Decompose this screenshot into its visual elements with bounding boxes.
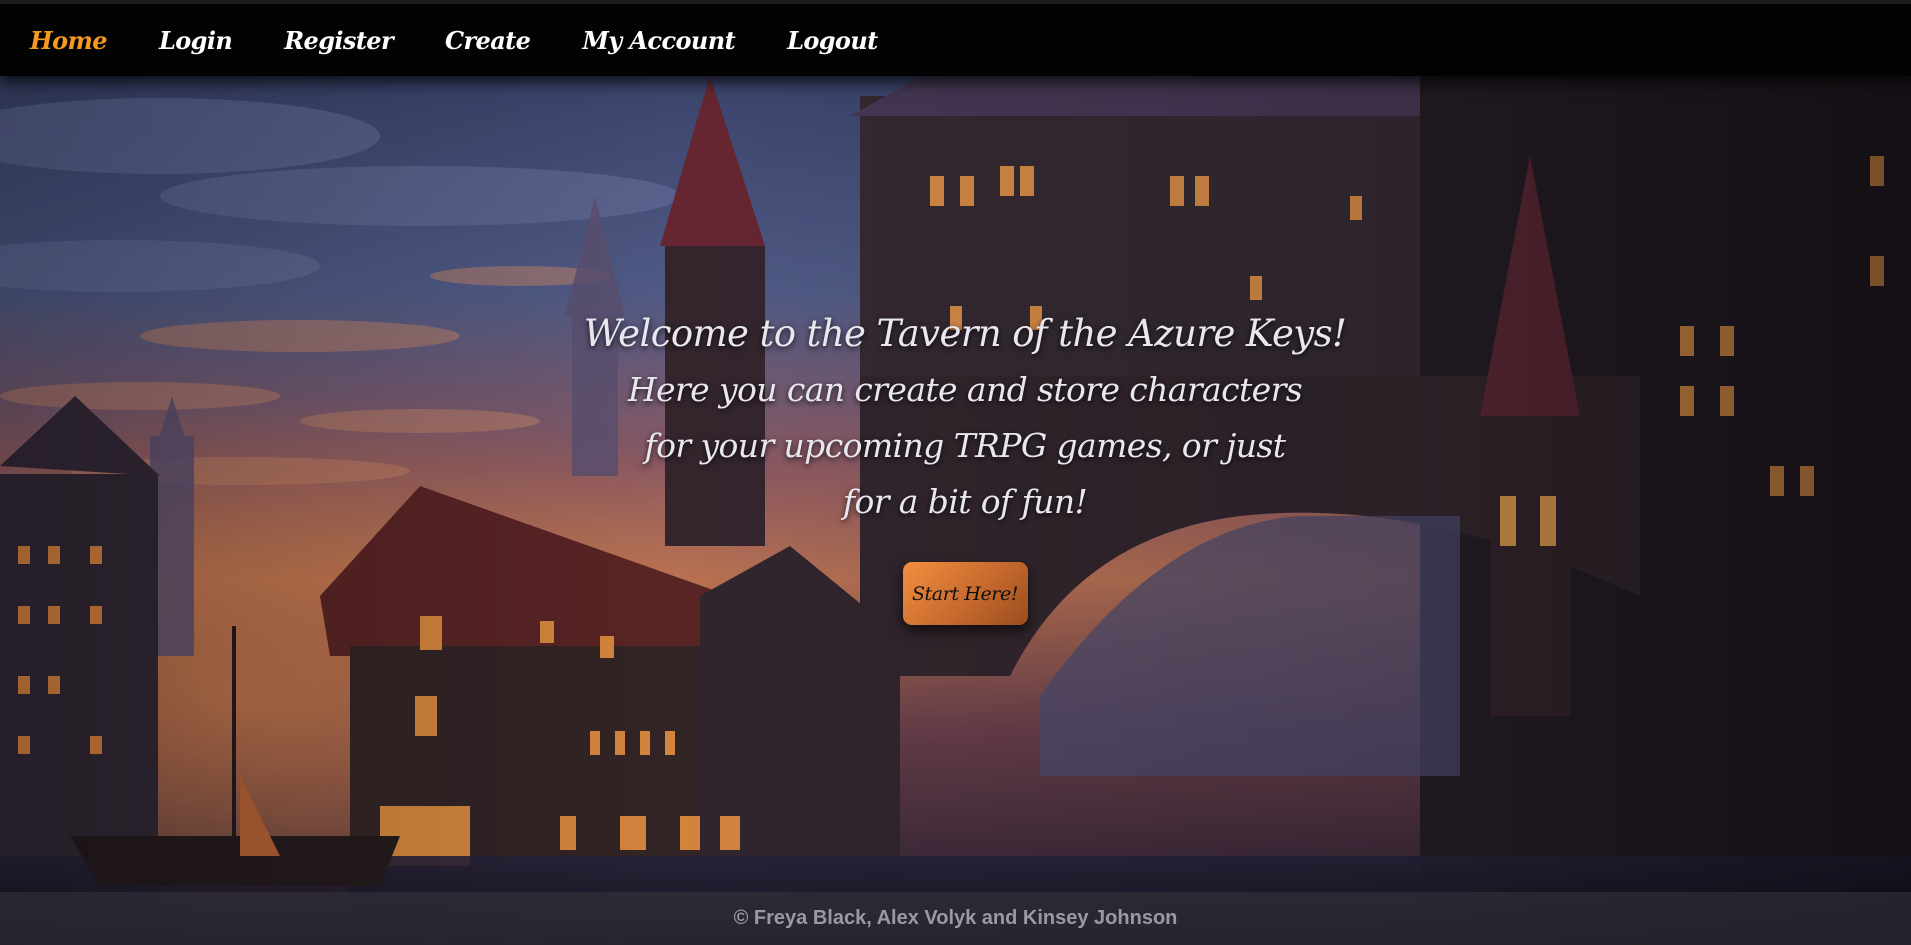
hero-line-1: Here you can create and store characters (627, 370, 1303, 409)
nav-link-create[interactable]: Create (445, 26, 531, 55)
nav-item-logout: Logout (787, 26, 930, 55)
nav-item-login: Login (159, 26, 284, 55)
nav-link-home[interactable]: Home (30, 26, 108, 55)
footer: © Freya Black, Alex Volyk and Kinsey Joh… (0, 892, 1911, 945)
nav-link-register[interactable]: Register (284, 26, 393, 55)
nav-list: Home Login Register Create My Account Lo… (0, 4, 1911, 76)
nav-link-logout[interactable]: Logout (787, 26, 878, 55)
footer-credits: © Freya Black, Alex Volyk and Kinsey Joh… (733, 907, 1178, 929)
nav-item-home: Home (30, 26, 159, 55)
nav-link-my-account[interactable]: My Account (582, 26, 735, 55)
nav-item-create: Create (445, 26, 582, 55)
hero-section: Welcome to the Tavern of the Azure Keys!… (555, 306, 1375, 625)
hero-line-2: for your upcoming TRPG games, or just (644, 426, 1286, 465)
start-here-button[interactable]: Start Here! (902, 562, 1028, 625)
nav-item-register: Register (284, 26, 445, 55)
nav-item-my-account: My Account (582, 26, 787, 55)
home-page: Home Login Register Create My Account Lo… (0, 0, 1911, 945)
hero-title: Welcome to the Tavern of the Azure Keys! (583, 312, 1347, 355)
top-navbar: Home Login Register Create My Account Lo… (0, 0, 1911, 76)
hero-line-3: for a bit of fun! (842, 482, 1088, 521)
nav-link-login[interactable]: Login (159, 26, 233, 55)
